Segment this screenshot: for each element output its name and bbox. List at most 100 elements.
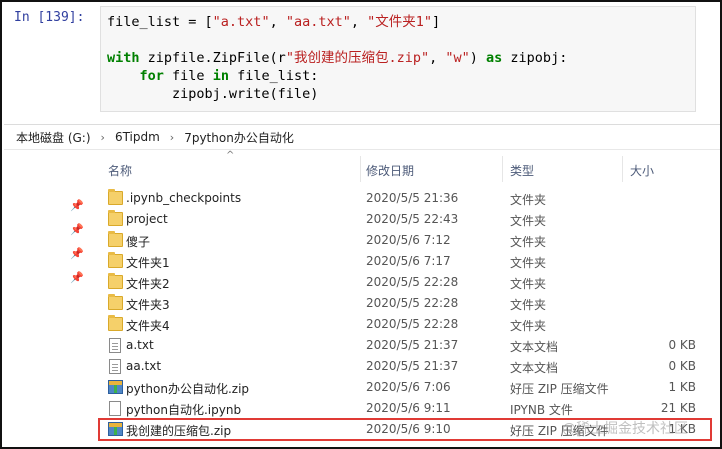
code-text: ] xyxy=(432,14,441,30)
file-name: .ipynb_checkpoints xyxy=(126,191,242,205)
file-type: 文件夹 xyxy=(510,256,547,270)
column-header: ^ 名称 修改日期 类型 大小 xyxy=(96,150,716,182)
file-row[interactable]: python自动化.ipynb 2020/5/6 9:11 IPYNB 文件 21 K… xyxy=(96,398,716,419)
file-explorer: 本地磁盘 (G:) › 6Tipdm › 7python办公自动化 📌 📌 📌 … xyxy=(4,122,720,447)
code-text: file xyxy=(163,68,213,84)
breadcrumb-current[interactable]: 7python办公自动化 xyxy=(184,129,294,146)
file-type: 文本文档 xyxy=(510,361,559,375)
file-row[interactable]: 傻子 2020/5/6 7:12 文件夹 xyxy=(96,230,716,251)
file-row[interactable]: a.txt 2020/5/5 21:37 文本文档 0 KB xyxy=(96,335,716,356)
file-date: 2020/5/5 21:36 xyxy=(366,191,459,205)
chevron-right-icon: › xyxy=(100,130,105,144)
file-date: 2020/5/6 7:06 xyxy=(366,380,451,394)
code-text: ) xyxy=(469,50,487,66)
file-size: 21 KB xyxy=(660,401,696,415)
file-list: .ipynb_checkpoints 2020/5/5 21:36 文件夹 proje… xyxy=(96,188,716,440)
file-row[interactable]: .ipynb_checkpoints 2020/5/5 21:36 文件夹 xyxy=(96,188,716,209)
file-date: 2020/5/5 21:37 xyxy=(366,359,459,373)
folder-icon xyxy=(108,294,123,310)
file-date: 2020/5/5 22:28 xyxy=(366,317,459,331)
code-editor[interactable]: file_list = ["a.txt", "aa.txt", "文件夹1"] w… xyxy=(107,13,567,103)
file-name: 文件夹3 xyxy=(126,298,170,312)
code-line: zipobj.write(file) xyxy=(107,85,567,103)
file-type: 文件夹 xyxy=(510,319,547,333)
zip-icon xyxy=(108,380,123,394)
pin-icon[interactable]: 📌 xyxy=(70,248,84,260)
file-type: 文件夹 xyxy=(510,277,547,291)
address-bar[interactable]: 本地磁盘 (G:) › 6Tipdm › 7python办公自动化 xyxy=(4,124,720,150)
breadcrumb-drive[interactable]: 本地磁盘 (G:) xyxy=(16,129,91,146)
code-text: file_list: xyxy=(228,68,319,84)
file-date: 2020/5/6 7:17 xyxy=(366,254,451,268)
file-row[interactable]: 文件夹1 2020/5/6 7:17 文件夹 xyxy=(96,251,716,272)
file-row[interactable]: aa.txt 2020/5/5 21:37 文本文档 0 KB xyxy=(96,356,716,377)
file-name: aa.txt xyxy=(126,359,162,373)
code-line: with zipfile.ZipFile(r"我创建的压缩包.zip", "w"… xyxy=(107,49,567,67)
pin-icon[interactable]: 📌 xyxy=(70,224,84,236)
code-string: "aa.txt" xyxy=(285,14,351,30)
file-type: 文本文档 xyxy=(510,340,559,354)
code-text: , xyxy=(269,14,286,30)
file-type: IPYNB 文件 xyxy=(510,403,573,417)
folder-icon xyxy=(108,210,123,226)
cell-prompt: In [139]: xyxy=(14,10,85,25)
file-row[interactable]: project 2020/5/5 22:43 文件夹 xyxy=(96,209,716,230)
txt-icon xyxy=(109,359,121,374)
file-size: 0 KB xyxy=(668,338,696,352)
file-row[interactable]: 文件夹3 2020/5/5 22:28 文件夹 xyxy=(96,293,716,314)
code-text: zipfile.ZipFile(r xyxy=(139,50,286,66)
code-text: , xyxy=(350,14,368,30)
chevron-right-icon: › xyxy=(169,130,175,144)
code-text: , xyxy=(429,50,446,66)
file-name: project xyxy=(126,212,168,226)
pin-icon[interactable]: 📌 xyxy=(70,200,84,212)
folder-icon xyxy=(108,231,123,247)
sort-ascending-icon: ^ xyxy=(226,150,235,161)
code-keyword: with xyxy=(107,50,140,66)
folder-icon xyxy=(108,273,123,289)
code-input-area[interactable]: file_list = ["a.txt", "aa.txt", "文件夹1"] w… xyxy=(100,6,696,112)
column-divider[interactable] xyxy=(502,156,503,182)
code-line: for file in file_list: xyxy=(107,67,567,85)
file-date: 2020/5/5 22:28 xyxy=(366,275,459,289)
code-text: zipobj: xyxy=(502,50,568,66)
file-name: 傻子 xyxy=(126,235,151,249)
folder-icon xyxy=(108,252,123,268)
file-name: 文件夹1 xyxy=(126,256,170,270)
file-row[interactable]: 文件夹2 2020/5/5 22:28 文件夹 xyxy=(96,272,716,293)
file-type: 好压 ZIP 压缩文件 xyxy=(510,382,609,396)
navigation-pane: 📌 📌 📌 📌 xyxy=(4,152,96,442)
file-type: 文件夹 xyxy=(510,298,547,312)
file-name: 文件夹2 xyxy=(126,277,170,291)
folder-icon xyxy=(108,189,123,205)
column-divider[interactable] xyxy=(622,156,623,182)
screenshot-frame: In [139]: file_list = ["a.txt", "aa.txt"… xyxy=(0,0,722,449)
column-name[interactable]: 名称 xyxy=(108,162,132,179)
code-keyword: in xyxy=(212,68,229,84)
breadcrumb-folder[interactable]: 6Tipdm xyxy=(115,130,160,144)
file-row[interactable]: 文件夹4 2020/5/5 22:28 文件夹 xyxy=(96,314,716,335)
file-date: 2020/5/5 21:37 xyxy=(366,338,459,352)
column-divider[interactable] xyxy=(360,156,361,182)
file-name: 文件夹4 xyxy=(126,319,170,333)
code-keyword: as xyxy=(486,50,503,66)
column-size[interactable]: 大小 xyxy=(630,162,654,179)
file-name: python办公自动化.zip xyxy=(126,382,250,396)
nb-icon xyxy=(109,401,121,416)
file-date: 2020/5/6 7:12 xyxy=(366,233,451,247)
code-text: zipobj.write(file) xyxy=(107,86,319,102)
column-type[interactable]: 类型 xyxy=(510,162,534,179)
txt-icon xyxy=(109,338,121,353)
file-name: python自动化.ipynb xyxy=(126,403,242,417)
code-keyword: for xyxy=(139,68,164,84)
column-date[interactable]: 修改日期 xyxy=(366,162,414,179)
file-row[interactable]: python办公自动化.zip 2020/5/6 7:06 好压 ZIP 压缩文件 1… xyxy=(96,377,716,398)
folder-icon xyxy=(108,315,123,331)
pin-icon[interactable]: 📌 xyxy=(70,272,84,284)
file-date: 2020/5/6 9:11 xyxy=(366,401,451,415)
code-text: file_list = [ xyxy=(107,14,213,30)
file-date: 2020/5/6 9:10 xyxy=(366,422,451,436)
file-name: 我创建的压缩包.zip xyxy=(126,424,232,438)
